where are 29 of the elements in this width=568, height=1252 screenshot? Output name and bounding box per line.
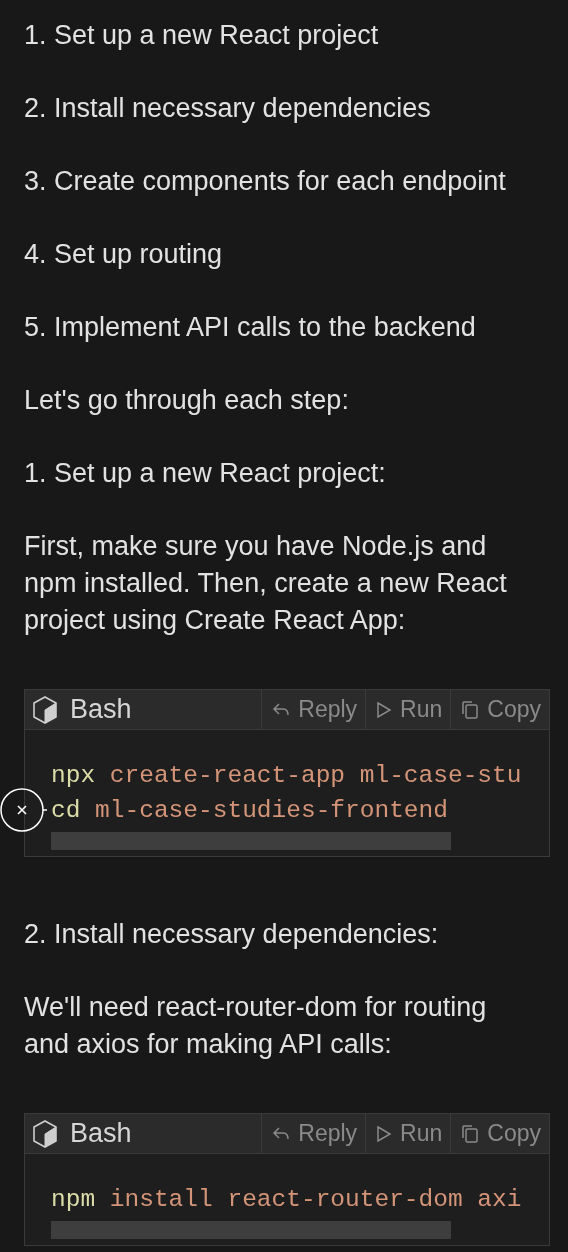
code-line: cd ml-case-studies-frontend [51,796,449,826]
terminal-cube-icon [32,694,58,725]
code-action-button[interactable]: Copy [450,1114,549,1153]
paragraph-text: 4. Set up routing [24,238,224,271]
code-action-button[interactable]: Reply [261,1114,366,1153]
copy-icon [461,1123,480,1144]
paragraph-text: We'll need react-router-dom for routing and axios for making API calls: [24,991,488,1061]
language-label: Bash [70,694,132,725]
scrollbar-thumb[interactable] [51,1221,451,1239]
scrollbar-thumb[interactable] [51,832,451,850]
paragraph-text: 1. Set up a new React project: [24,457,387,490]
paragraph-text: 5. Implement API calls to the backend [24,311,477,344]
code-action-button[interactable]: Run [365,1114,451,1153]
terminal-cube-icon [32,1118,58,1149]
paragraph-text: 2. Install necessary dependencies [24,92,432,125]
play-icon [376,1124,393,1143]
copy-icon [461,699,480,720]
code-line: npm install react-router-dom axi [51,1185,523,1215]
code-action-button[interactable]: Copy [450,690,549,729]
paragraph-text: Let's go through each step: [24,384,350,417]
paragraph-text: 2. Install necessary dependencies: [24,918,440,951]
paragraph-text: First, make sure you have Node.js and npm installed. Then, create a new React project using Create React App: [24,530,508,637]
language-label: Bash [70,1118,132,1149]
paragraph-text: 1. Set up a new React project [24,19,380,52]
code-action-button[interactable]: Run [365,690,451,729]
paragraph-text: 3. Create components for each endpoint [24,165,507,198]
code-line: npx create-react-app ml-case-stu [51,761,523,791]
code-action-button[interactable]: Reply [261,690,366,729]
play-icon [376,700,393,719]
